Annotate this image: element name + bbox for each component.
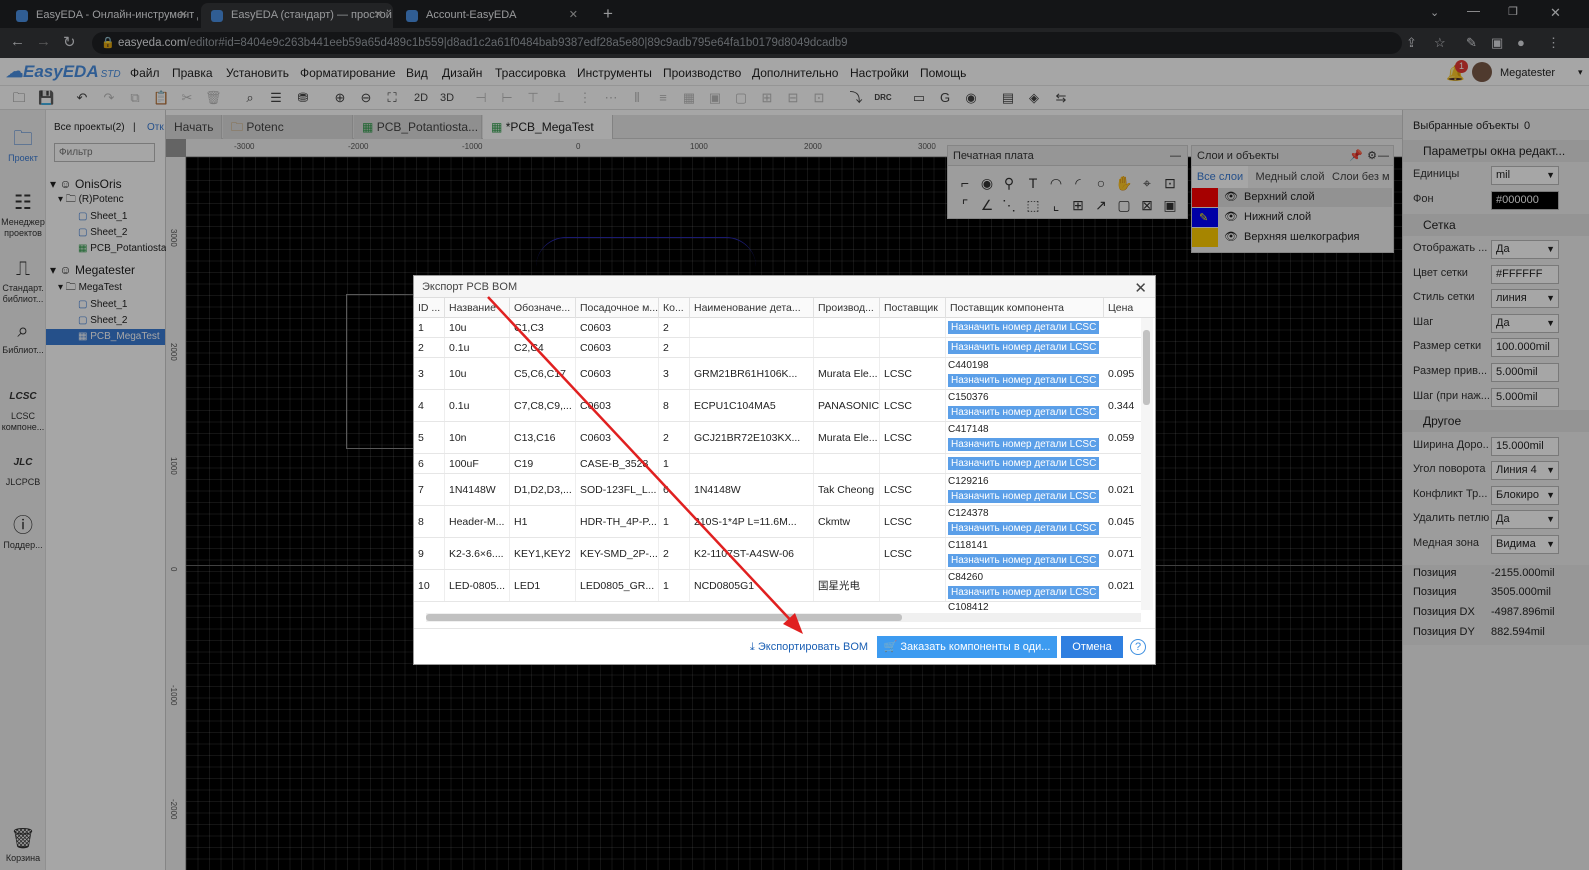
annotation-arrow (487, 296, 803, 634)
annotation-arrow-line (487, 296, 798, 628)
